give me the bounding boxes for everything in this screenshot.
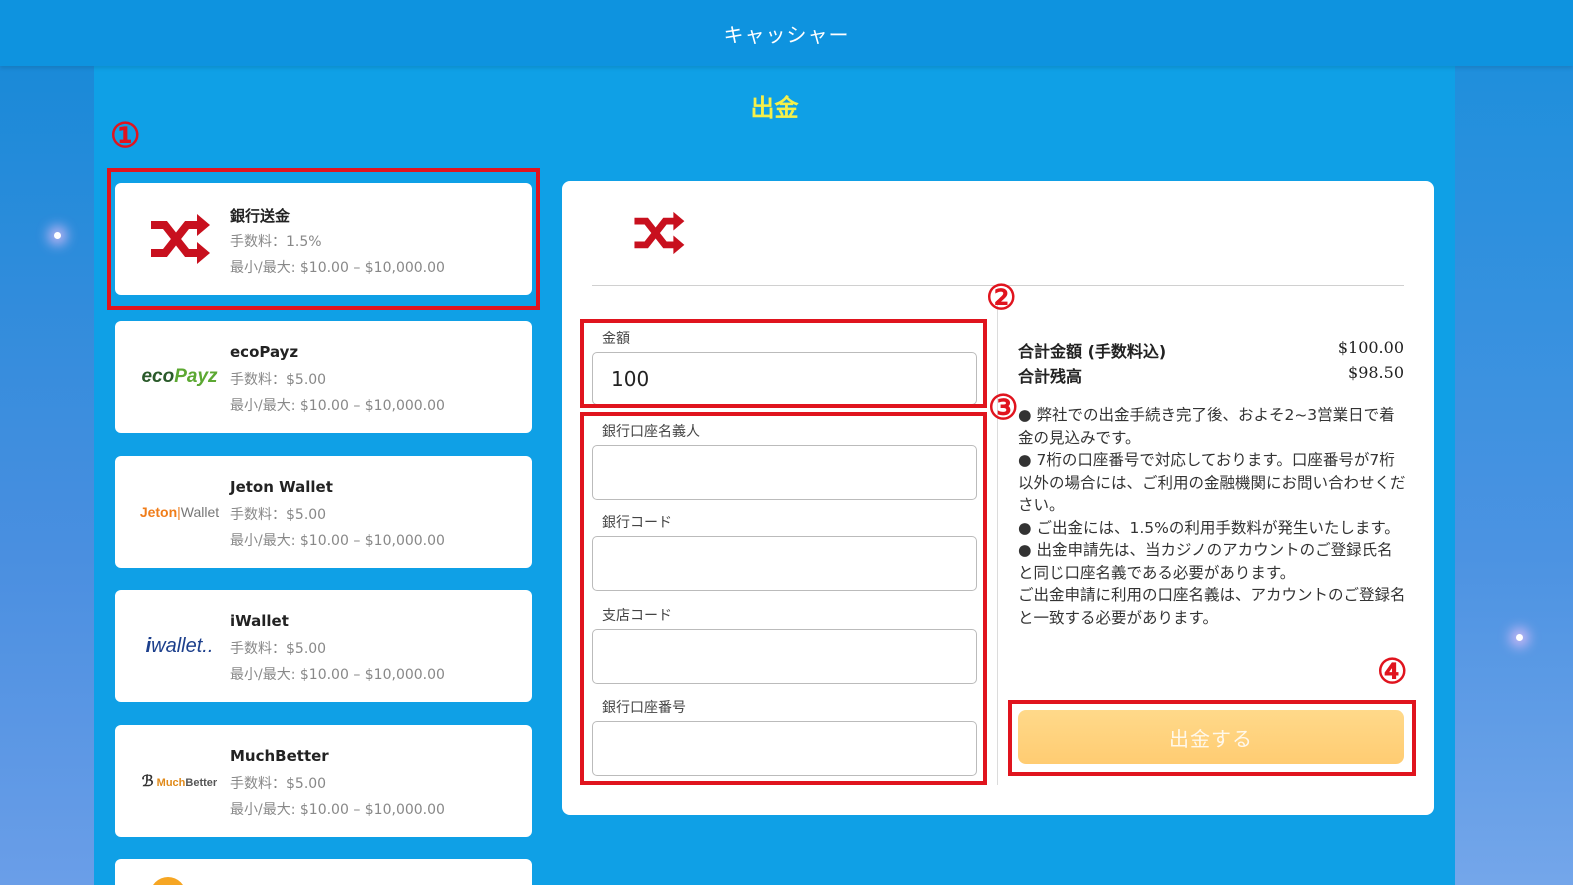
annotation-number-1: ① (110, 116, 141, 156)
bank-code-input[interactable] (592, 536, 977, 591)
total-label: 合計金額 (手数料込) (1018, 342, 1167, 361)
amount-label: 金額 (602, 331, 630, 347)
page-title: 出金 (750, 94, 799, 122)
jeton-wallet-logo: Jeton|Wallet (139, 504, 220, 520)
method-card-ecopayz[interactable]: ecoPayz ecoPayz 手数料：$5.00 最小/最大: $10.00 … (115, 321, 532, 433)
note-item: ● ご出金には、1.5%の利用手数料が発生いたします。 (1018, 518, 1400, 537)
method-fee: 手数料：$5.00 (230, 507, 327, 523)
iwallet-logo: iwallet.. (145, 634, 214, 657)
method-range: 最小/最大: $10.00 – $10,000.00 (230, 398, 445, 414)
total-row: 合計金額 (手数料込) $100.00 (1018, 338, 1404, 362)
method-name: 銀行送金 (230, 207, 291, 225)
amount-input[interactable]: 100 (592, 352, 977, 405)
ecopayz-logo: ecoPayz (141, 366, 218, 387)
annotation-number-4: ④ (1377, 652, 1408, 692)
annotation-number-2: ② (986, 278, 1017, 318)
method-fee: 手数料：$5.00 (230, 641, 327, 657)
method-card-muchbetter[interactable]: ℬ MuchBetter MuchBetter 手数料：$5.00 最小/最大:… (115, 725, 532, 837)
muchbetter-logo: ℬ MuchBetter (141, 773, 218, 790)
sparkle-decoration (54, 232, 61, 239)
right-background (1455, 66, 1573, 885)
method-name: ecoPayz (230, 343, 299, 361)
method-range: 最小/最大: $10.00 – $10,000.00 (230, 802, 445, 818)
branch-code-label: 支店コード (602, 608, 672, 624)
method-name: MuchBetter (230, 747, 329, 765)
method-fee: 手数料：$5.00 (230, 372, 327, 388)
annotation-number-3: ③ (988, 388, 1019, 428)
account-number-input[interactable] (592, 721, 977, 776)
note-item: ● 出金申請先は、当カジノのアカウントのご登録氏名と同じ口座名義である必要があり… (1018, 541, 1393, 582)
account-number-label: 銀行口座番号 (602, 700, 686, 716)
account-name-input[interactable] (592, 445, 977, 500)
total-value: $100.00 (1337, 338, 1404, 357)
method-range: 最小/最大: $10.00 – $10,000.00 (230, 667, 445, 683)
method-card-partial[interactable] (115, 859, 532, 885)
method-range: 最小/最大: $10.00 – $10,000.00 (230, 260, 445, 276)
method-name: Jeton Wallet (230, 478, 333, 496)
note-item: ● 弊社での出金手続き完了後、およそ2~3営業日で着金の見込みです。 (1018, 406, 1395, 447)
balance-label: 合計残高 (1018, 367, 1083, 386)
method-card-bank-transfer[interactable]: 銀行送金 手数料：1.5% 最小/最大: $10.00 – $10,000.00 (115, 183, 532, 295)
method-fee: 手数料：1.5% (230, 234, 322, 250)
balance-value: $98.50 (1348, 363, 1404, 382)
account-name-label: 銀行口座名義人 (602, 424, 700, 440)
withdraw-notes: ● 弊社での出金手続き完了後、およそ2~3営業日で着金の見込みです。 ● 7桁の… (1018, 404, 1406, 629)
sparkle-decoration (1516, 634, 1523, 641)
header-title: キャッシャー (723, 22, 850, 47)
branch-code-input[interactable] (592, 629, 977, 684)
method-card-jeton-wallet[interactable]: Jeton|Wallet Jeton Wallet 手数料：$5.00 最小/最… (115, 456, 532, 568)
shuffle-icon (632, 211, 686, 259)
bank-code-label: 銀行コード (602, 515, 672, 531)
method-card-iwallet[interactable]: iwallet.. iWallet 手数料：$5.00 最小/最大: $10.0… (115, 590, 532, 702)
balance-row: 合計残高 $98.50 (1018, 363, 1404, 387)
note-item: ● 7桁の口座番号で対応しております。口座番号が7桁以外の場合には、ご利用の金融… (1018, 451, 1406, 514)
partial-logo (150, 877, 186, 885)
cashier-header: キャッシャー (0, 0, 1573, 66)
column-divider (997, 300, 998, 785)
left-background (0, 66, 94, 885)
method-fee: 手数料：$5.00 (230, 776, 327, 792)
method-name: iWallet (230, 612, 289, 630)
withdraw-button[interactable]: 出金する (1018, 710, 1404, 764)
note-item: ご出金申請に利用の口座名義は、アカウントのご登録名と一致する必要があります。 (1018, 586, 1406, 627)
method-range: 最小/最大: $10.00 – $10,000.00 (230, 533, 445, 549)
shuffle-icon (127, 183, 232, 295)
